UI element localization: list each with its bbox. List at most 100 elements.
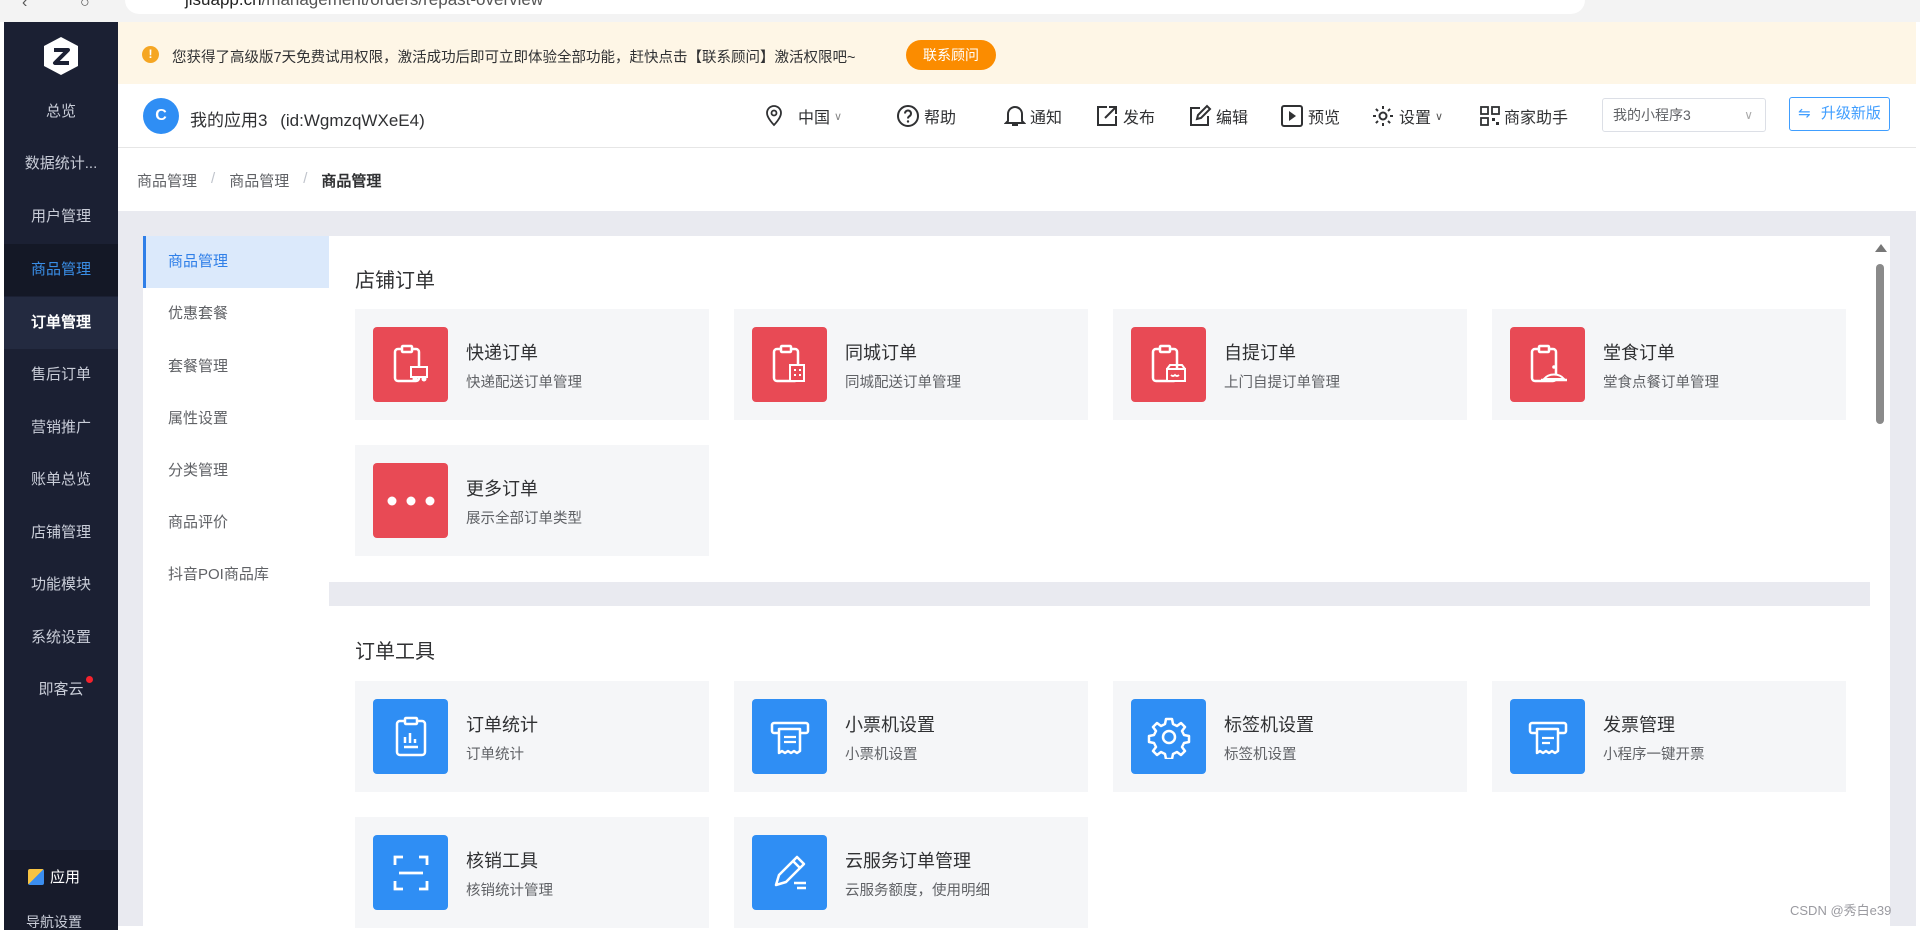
notice-text: 您获得了高级版7天免费试用权限，激活成功后即可立即体验全部功能，赶快点击【联系顾… xyxy=(172,50,856,66)
scroll-up-arrow-icon[interactable] xyxy=(1875,244,1887,252)
sidebar-item-after-sales[interactable]: 售后订单 xyxy=(4,349,118,401)
sidebar-item-orders[interactable]: 订单管理 xyxy=(4,297,118,349)
breadcrumb: 商品管理 / 商品管理 / 商品管理 xyxy=(118,149,1916,211)
card-dine-in-orders[interactable]: 堂食订单 堂食点餐订单管理 xyxy=(1492,309,1846,420)
sidebar-bottom: 应用 导航设置 xyxy=(4,850,118,930)
card-receipt-printer[interactable]: 小票机设置 小票机设置 xyxy=(734,681,1088,792)
sidebar-item-users[interactable]: 用户管理 xyxy=(4,191,118,243)
play-square-icon xyxy=(1281,105,1303,127)
breadcrumb-current: 商品管理 xyxy=(321,173,382,190)
submenu-item-discount-combo[interactable]: 优惠套餐 xyxy=(143,288,329,340)
sidebar-item-store[interactable]: 店铺管理 xyxy=(4,507,118,559)
address-bar[interactable]: jisuapp.cn/management/orders/repast-over… xyxy=(125,0,1585,14)
sidebar-item-products[interactable]: 商品管理 xyxy=(4,244,118,296)
location-pin-icon xyxy=(766,105,782,127)
card-label-printer[interactable]: 标签机设置 标签机设置 xyxy=(1113,681,1467,792)
card-title: 自提订单 xyxy=(1224,343,1296,363)
vertical-scrollbar[interactable] xyxy=(1870,236,1890,926)
nav-settings-link[interactable]: 导航设置 xyxy=(26,912,82,932)
card-title: 堂食订单 xyxy=(1603,343,1675,363)
card-desc: 标签机设置 xyxy=(1224,747,1297,763)
submenu-item-products[interactable]: 商品管理 xyxy=(143,236,329,288)
submenu-item-attributes[interactable]: 属性设置 xyxy=(143,393,329,445)
store-pickup-icon xyxy=(1131,327,1206,402)
browser-toolbar: ‹ ○ jisuapp.cn/management/orders/repast-… xyxy=(0,0,1920,22)
preview-button[interactable]: 预览 xyxy=(1280,102,1340,130)
sidebar-item-jikeyun[interactable]: 即客云 xyxy=(4,664,118,716)
app-name: 我的应用3 xyxy=(190,111,268,130)
card-title: 云服务订单管理 xyxy=(845,851,971,871)
sub-menu: 商品管理 优惠套餐 套餐管理 属性设置 分类管理 商品评价 抖音POI商品库 xyxy=(143,236,329,926)
settings-dropdown[interactable]: 设置 ∨ xyxy=(1371,102,1443,130)
card-desc: 云服务额度，使用明细 xyxy=(845,883,990,899)
submenu-item-douyin-poi[interactable]: 抖音POI商品库 xyxy=(143,549,329,601)
delivery-truck-icon xyxy=(373,327,448,402)
app-id: (id:WgmzqWXeE4) xyxy=(280,111,425,130)
dining-cloche-icon xyxy=(1510,327,1585,402)
card-desc: 展示全部订单类型 xyxy=(466,511,582,527)
main-sidebar: 总览 数据统计... 用户管理 商品管理 订单管理 售后订单 营销推广 账单总览… xyxy=(4,22,118,930)
chevron-down-icon: ∨ xyxy=(1744,108,1753,122)
sidebar-item-marketing[interactable]: 营销推广 xyxy=(4,402,118,454)
card-city-orders[interactable]: 同城订单 同城配送订单管理 xyxy=(734,309,1088,420)
card-invoice-manage[interactable]: 发票管理 小程序一键开票 xyxy=(1492,681,1846,792)
merchant-assistant-button[interactable]: 商家助手 xyxy=(1480,102,1568,130)
stats-clipboard-icon xyxy=(373,699,448,774)
pen-edit-icon xyxy=(752,835,827,910)
select-value: 我的小程序3 xyxy=(1613,107,1691,123)
card-title: 快递订单 xyxy=(466,343,538,363)
submenu-item-combo-manage[interactable]: 套餐管理 xyxy=(143,341,329,393)
card-desc: 堂食点餐订单管理 xyxy=(1603,375,1719,391)
gear-icon xyxy=(1131,699,1206,774)
box-icon xyxy=(28,868,44,885)
qrcode-icon xyxy=(1480,106,1500,126)
card-desc: 快递配送订单管理 xyxy=(466,375,582,391)
publish-button[interactable]: 发布 xyxy=(1095,102,1155,130)
card-desc: 上门自提订单管理 xyxy=(1224,375,1340,391)
breadcrumb-item[interactable]: 商品管理 xyxy=(229,170,289,191)
card-express-orders[interactable]: 快递订单 快递配送订单管理 xyxy=(355,309,709,420)
settings-label: 设置 xyxy=(1399,110,1432,127)
card-more-orders[interactable]: 更多订单 展示全部订单类型 xyxy=(355,445,709,556)
scrollbar-thumb[interactable] xyxy=(1876,264,1884,424)
watermark: CSDN @秀白e39 xyxy=(1790,903,1892,918)
region-selector[interactable]: 中国 ∨ xyxy=(764,102,842,130)
card-cloud-service-orders[interactable]: 云服务订单管理 云服务额度，使用明细 xyxy=(734,817,1088,928)
preview-label: 预览 xyxy=(1308,110,1341,127)
submenu-item-reviews[interactable]: 商品评价 xyxy=(143,497,329,549)
card-title: 更多订单 xyxy=(466,479,538,499)
card-title: 小票机设置 xyxy=(845,715,935,735)
gear-icon xyxy=(1373,106,1393,126)
refresh-icon[interactable]: ○ xyxy=(80,0,90,12)
section-title-order-tools: 订单工具 xyxy=(355,641,435,663)
help-button[interactable]: 帮助 xyxy=(896,102,956,130)
breadcrumb-separator: / xyxy=(303,170,308,187)
card-verify-tool[interactable]: 核销工具 核销统计管理 xyxy=(355,817,709,928)
app-logo[interactable] xyxy=(42,36,80,76)
submenu-item-categories[interactable]: 分类管理 xyxy=(143,445,329,497)
contact-advisor-button[interactable]: 联系顾问 xyxy=(906,40,996,70)
back-arrow-icon[interactable]: ‹ xyxy=(22,0,27,12)
apps-entry[interactable]: 应用 xyxy=(28,866,80,887)
sidebar-item-modules[interactable]: 功能模块 xyxy=(4,559,118,611)
section-title-store-orders: 店铺订单 xyxy=(355,270,435,292)
miniprogram-select[interactable]: 我的小程序3 ∨ xyxy=(1602,98,1766,132)
notify-label: 通知 xyxy=(1030,110,1063,127)
edit-label: 编辑 xyxy=(1216,110,1249,127)
sidebar-item-billing[interactable]: 账单总览 xyxy=(4,454,118,506)
card-pickup-orders[interactable]: 自提订单 上门自提订单管理 xyxy=(1113,309,1467,420)
edit-button[interactable]: 编辑 xyxy=(1188,102,1248,130)
notify-button[interactable]: 通知 xyxy=(1004,102,1062,130)
scan-icon xyxy=(373,835,448,910)
breadcrumb-item[interactable]: 商品管理 xyxy=(137,170,197,191)
notification-dot xyxy=(86,676,93,683)
top-header: C 我的应用3 (id:WgmzqWXeE4) 中国 ∨ 帮助 通知 发布 编辑… xyxy=(118,84,1916,148)
sidebar-item-data-stats[interactable]: 数据统计... xyxy=(4,138,118,190)
card-order-stats[interactable]: 订单统计 订单统计 xyxy=(355,681,709,792)
sidebar-item-overview[interactable]: 总览 xyxy=(4,86,118,138)
receipt-printer-icon xyxy=(752,699,827,774)
upgrade-button[interactable]: ⇋ 升级新版 xyxy=(1789,97,1890,131)
card-title: 标签机设置 xyxy=(1224,715,1314,735)
app-title: 我的应用3 (id:WgmzqWXeE4) xyxy=(190,106,425,131)
sidebar-item-settings[interactable]: 系统设置 xyxy=(4,612,118,664)
